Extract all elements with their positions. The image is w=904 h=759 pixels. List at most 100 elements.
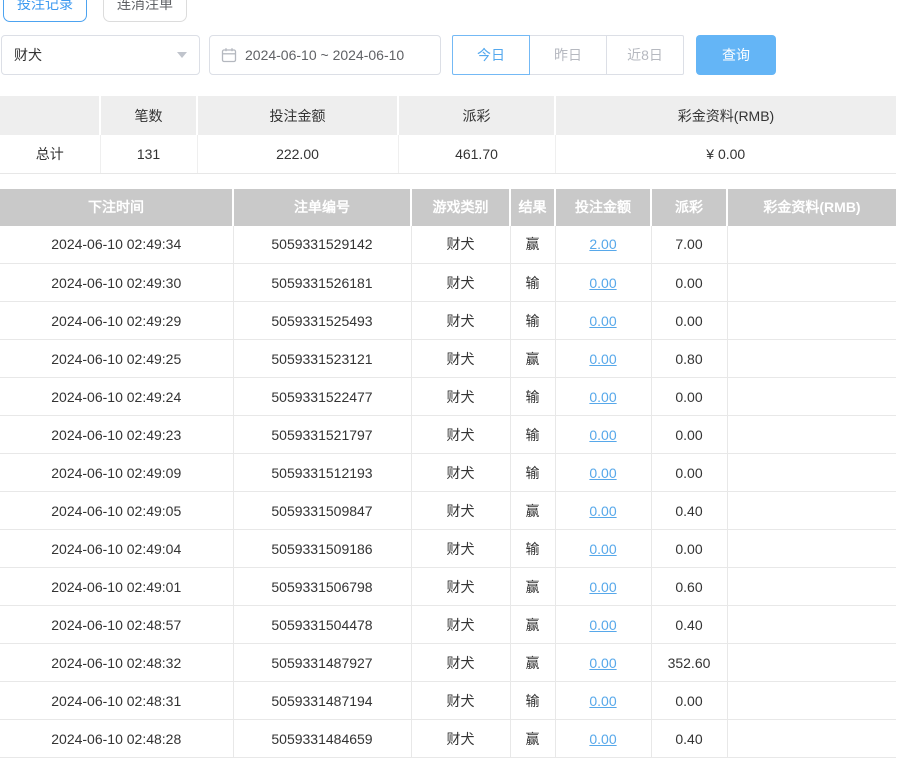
payout-cell: 7.00 <box>651 226 727 264</box>
table-row: 2024-06-10 02:49:295059331525493财犬输0.000… <box>0 302 896 340</box>
bonus-cell <box>727 340 896 378</box>
today-button[interactable]: 今日 <box>452 35 530 75</box>
bet-time-cell: 2024-06-10 02:49:04 <box>0 530 233 568</box>
payout-cell: 352.60 <box>651 644 727 682</box>
table-row: 2024-06-10 02:49:235059331521797财犬输0.000… <box>0 416 896 454</box>
payout-cell: 0.40 <box>651 492 727 530</box>
payout-cell: 0.40 <box>651 606 727 644</box>
header-payout: 派彩 <box>651 189 727 226</box>
bonus-cell <box>727 264 896 302</box>
bonus-cell <box>727 302 896 340</box>
bet-amount-link[interactable]: 0.00 <box>589 731 616 747</box>
calendar-icon <box>221 47 237 63</box>
bet-amount-link[interactable]: 0.00 <box>589 389 616 405</box>
payout-cell: 0.00 <box>651 302 727 340</box>
order-number-cell: 5059331506798 <box>233 568 411 606</box>
last-8-days-button[interactable]: 近8日 <box>606 35 684 75</box>
bonus-cell <box>727 454 896 492</box>
table-row: 2024-06-10 02:48:315059331487194财犬输0.000… <box>0 682 896 720</box>
table-row: 2024-06-10 02:49:055059331509847财犬赢0.000… <box>0 492 896 530</box>
result-cell: 赢 <box>510 606 555 644</box>
summary-total-bet-amount: 222.00 <box>197 135 398 173</box>
bet-amount-cell: 0.00 <box>555 720 651 758</box>
bonus-cell <box>727 378 896 416</box>
game-type-cell: 财犬 <box>411 530 510 568</box>
bet-time-cell: 2024-06-10 02:49:01 <box>0 568 233 606</box>
yesterday-button[interactable]: 昨日 <box>529 35 607 75</box>
order-number-cell: 5059331522477 <box>233 378 411 416</box>
bet-amount-link[interactable]: 0.00 <box>589 579 616 595</box>
bet-time-cell: 2024-06-10 02:49:29 <box>0 302 233 340</box>
table-row: 2024-06-10 02:49:245059331522477财犬输0.000… <box>0 378 896 416</box>
bet-amount-cell: 0.00 <box>555 302 651 340</box>
order-number-cell: 5059331523121 <box>233 340 411 378</box>
bet-amount-link[interactable]: 0.00 <box>589 427 616 443</box>
table-row: 2024-06-10 02:49:095059331512193财犬输0.000… <box>0 454 896 492</box>
table-row: 2024-06-10 02:49:045059331509186财犬输0.000… <box>0 530 896 568</box>
bet-amount-link[interactable]: 0.00 <box>589 617 616 633</box>
bet-amount-cell: 0.00 <box>555 568 651 606</box>
table-row: 2024-06-10 02:48:575059331504478财犬赢0.000… <box>0 606 896 644</box>
order-number-cell: 5059331509186 <box>233 530 411 568</box>
bet-amount-link[interactable]: 2.00 <box>589 236 616 252</box>
bet-time-cell: 2024-06-10 02:48:57 <box>0 606 233 644</box>
summary-header-empty <box>0 96 100 135</box>
order-number-cell: 5059331521797 <box>233 416 411 454</box>
summary-header-payout: 派彩 <box>398 96 555 135</box>
bet-amount-cell: 0.00 <box>555 340 651 378</box>
bet-amount-link[interactable]: 0.00 <box>589 655 616 671</box>
order-number-cell: 5059331484659 <box>233 720 411 758</box>
table-row: 2024-06-10 02:49:015059331506798财犬赢0.000… <box>0 568 896 606</box>
summary-header-bet-amount: 投注金额 <box>197 96 398 135</box>
bonus-cell <box>727 606 896 644</box>
date-range-picker[interactable]: 2024-06-10 ~ 2024-06-10 <box>209 35 441 75</box>
summary-header-count: 笔数 <box>100 96 197 135</box>
bet-table: 下注时间 注单编号 游戏类别 结果 投注金额 派彩 彩金资料(RMB) 2024… <box>0 189 896 759</box>
order-number-cell: 5059331504478 <box>233 606 411 644</box>
result-cell: 赢 <box>510 644 555 682</box>
table-row: 2024-06-10 02:48:325059331487927财犬赢0.003… <box>0 644 896 682</box>
bet-amount-cell: 0.00 <box>555 492 651 530</box>
order-number-cell: 5059331526181 <box>233 264 411 302</box>
bet-amount-link[interactable]: 0.00 <box>589 465 616 481</box>
summary-header-row: 笔数 投注金额 派彩 彩金资料(RMB) <box>0 96 896 135</box>
summary-total-count: 131 <box>100 135 197 173</box>
filter-bar: 财犬 2024-06-10 ~ 2024-06-10 今日 昨日 近8日 查询 <box>1 35 904 75</box>
bet-amount-link[interactable]: 0.00 <box>589 693 616 709</box>
table-row: 2024-06-10 02:49:305059331526181财犬输0.000… <box>0 264 896 302</box>
bet-amount-link[interactable]: 0.00 <box>589 275 616 291</box>
bet-amount-cell: 2.00 <box>555 226 651 264</box>
result-cell: 输 <box>510 378 555 416</box>
game-select[interactable]: 财犬 <box>1 35 200 75</box>
tab-bet-records[interactable]: 投注记录 <box>3 0 87 22</box>
game-type-cell: 财犬 <box>411 302 510 340</box>
bet-amount-link[interactable]: 0.00 <box>589 351 616 367</box>
result-cell: 赢 <box>510 720 555 758</box>
game-type-cell: 财犬 <box>411 682 510 720</box>
game-type-cell: 财犬 <box>411 416 510 454</box>
header-bet-amount: 投注金额 <box>555 189 651 226</box>
result-cell: 赢 <box>510 568 555 606</box>
summary-header-bonus: 彩金资料(RMB) <box>555 96 896 135</box>
result-cell: 输 <box>510 416 555 454</box>
bet-amount-link[interactable]: 0.00 <box>589 503 616 519</box>
query-button[interactable]: 查询 <box>696 35 776 75</box>
bet-amount-cell: 0.00 <box>555 378 651 416</box>
tab-cancelled-orders[interactable]: 连消注单 <box>103 0 187 22</box>
game-type-cell: 财犬 <box>411 226 510 264</box>
payout-cell: 0.80 <box>651 340 727 378</box>
bet-time-cell: 2024-06-10 02:49:23 <box>0 416 233 454</box>
bet-amount-link[interactable]: 0.00 <box>589 313 616 329</box>
bet-amount-cell: 0.00 <box>555 530 651 568</box>
payout-cell: 0.00 <box>651 454 727 492</box>
bet-amount-link[interactable]: 0.00 <box>589 541 616 557</box>
order-number-cell: 5059331529142 <box>233 226 411 264</box>
bonus-cell <box>727 568 896 606</box>
game-type-cell: 财犬 <box>411 720 510 758</box>
bonus-cell <box>727 720 896 758</box>
order-number-cell: 5059331487927 <box>233 644 411 682</box>
date-range-value: 2024-06-10 ~ 2024-06-10 <box>245 47 404 63</box>
order-number-cell: 5059331509847 <box>233 492 411 530</box>
header-game-type: 游戏类别 <box>411 189 510 226</box>
bet-records-page: 投注记录 连消注单 财犬 2024-06-10 ~ 2024-06-10 今日 … <box>0 0 904 758</box>
